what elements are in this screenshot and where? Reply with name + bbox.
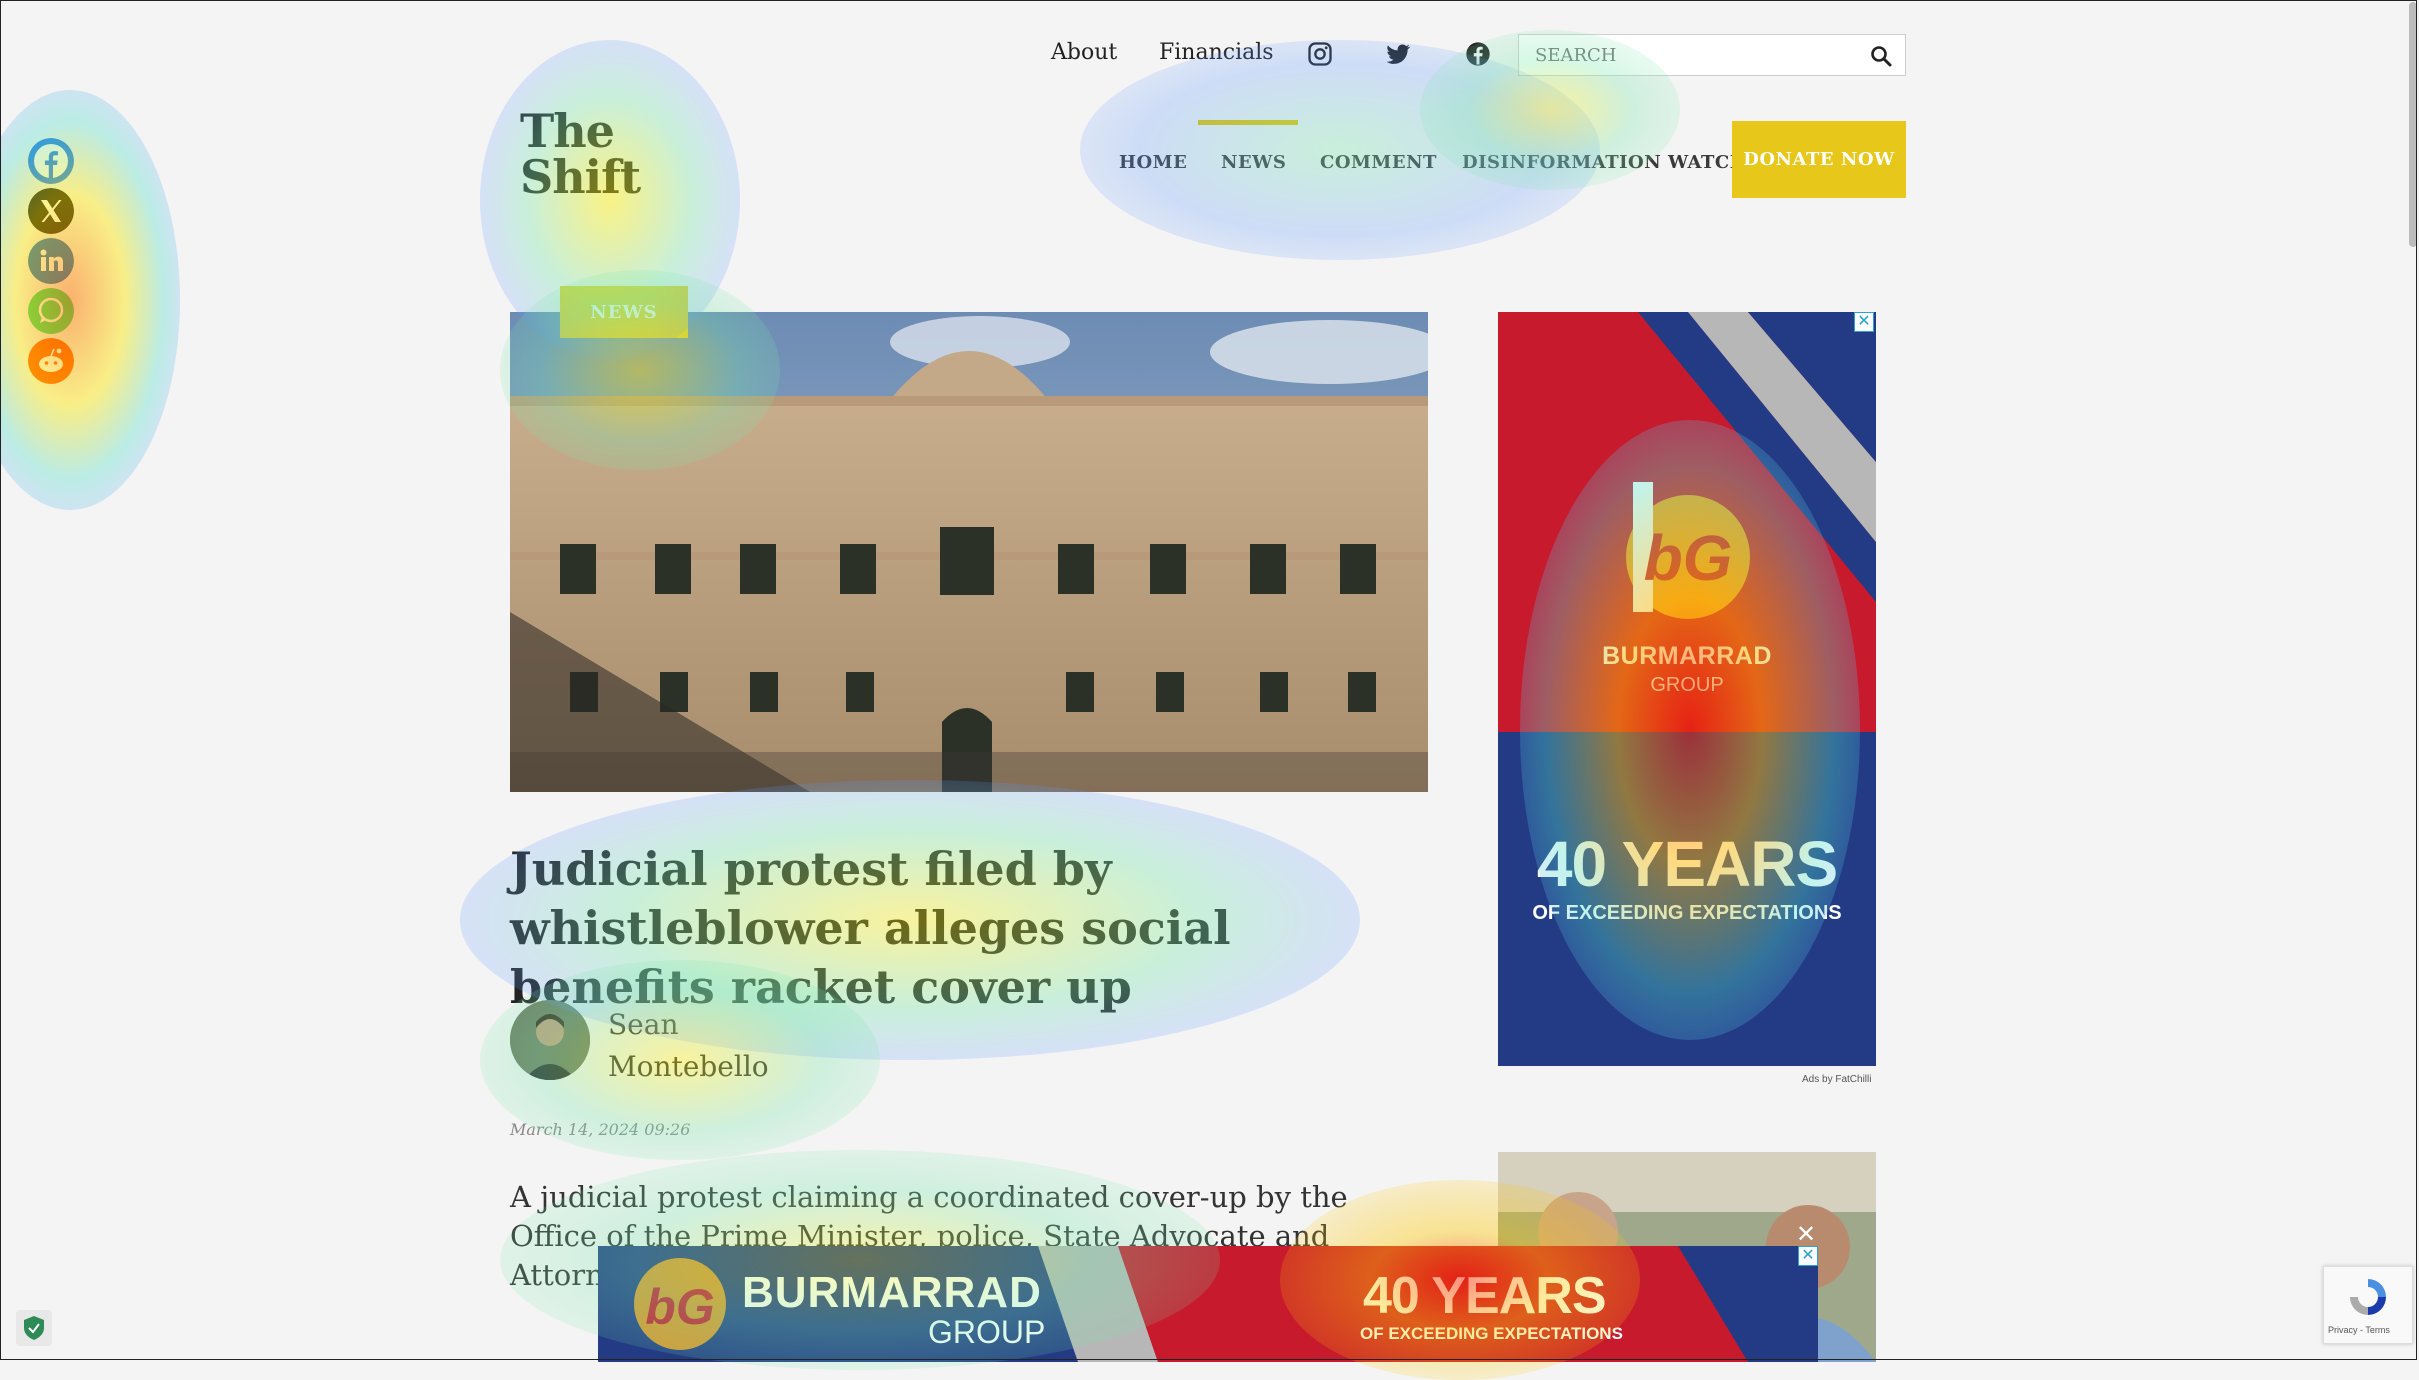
hero-image <box>510 312 1428 792</box>
recaptcha-badge[interactable]: Privacy - Terms <box>2323 1266 2413 1344</box>
whatsapp-icon[interactable] <box>28 288 74 334</box>
linkedin-icon[interactable] <box>28 238 74 284</box>
instagram-icon[interactable] <box>1306 40 1334 68</box>
author-name[interactable]: Sean Montebello <box>608 1004 808 1088</box>
banner-years: 40 YEARS <box>1363 1267 1607 1325</box>
svg-text:bG: bG <box>645 1279 714 1335</box>
logo-line-1: The <box>520 104 615 158</box>
financials-link[interactable]: Financials <box>1159 40 1274 65</box>
nav-disinformation-watch[interactable]: DISINFORMATION WATCH <box>1462 152 1747 173</box>
twitter-icon[interactable] <box>1384 40 1412 68</box>
banner-group: GROUP <box>928 1314 1046 1350</box>
ad-close-icon[interactable]: ✕ <box>1854 312 1874 332</box>
scrollbar[interactable] <box>2409 2 2417 247</box>
svg-text:bG: bG <box>1644 522 1733 594</box>
side-advertisement[interactable]: bG BURMARRAD GROUP 40 YEARS OF EXCEEDING… <box>1498 312 1876 1066</box>
about-link[interactable]: About <box>1051 40 1117 65</box>
nav-comment[interactable]: COMMENT <box>1320 152 1437 173</box>
search-icon[interactable] <box>1869 44 1893 68</box>
reddit-icon[interactable] <box>28 338 74 384</box>
donate-button[interactable]: DONATE NOW <box>1732 121 1906 198</box>
banner-close-icon[interactable]: ✕ <box>1798 1246 1818 1266</box>
bottom-banner-advertisement[interactable]: bG BURMARRAD GROUP 40 YEARS OF EXCEEDING… <box>598 1246 1818 1362</box>
article-title: Judicial protest filed by whistleblower … <box>510 842 1231 1014</box>
ad-tagline: OF EXCEEDING EXPECTATIONS <box>1532 902 1842 924</box>
ad-attribution[interactable]: Ads by FatChilli <box>1802 1074 1871 1085</box>
burmarrad-logo-icon: bG <box>1626 482 1750 619</box>
nav-home[interactable]: HOME <box>1119 152 1187 173</box>
search-input[interactable] <box>1533 44 1857 67</box>
author-avatar[interactable] <box>510 1000 590 1080</box>
ad-brand: BURMARRAD <box>1602 642 1772 670</box>
publish-date: March 14, 2024 09:26 <box>510 1120 691 1139</box>
privacy-shield-icon[interactable] <box>16 1310 52 1346</box>
ad-group: GROUP <box>1650 674 1724 696</box>
nav-active-indicator <box>1198 120 1298 125</box>
recaptcha-links[interactable]: Privacy - Terms <box>2328 1325 2390 1335</box>
x-icon[interactable] <box>28 188 74 234</box>
nav-news[interactable]: NEWS <box>1221 152 1286 173</box>
recaptcha-icon <box>2350 1279 2386 1315</box>
category-badge[interactable]: NEWS <box>560 286 688 338</box>
banner-tagline: OF EXCEEDING EXPECTATIONS <box>1360 1324 1623 1343</box>
facebook-icon[interactable] <box>28 138 74 184</box>
search-box[interactable] <box>1518 34 1906 76</box>
facebook-icon[interactable] <box>1464 40 1492 68</box>
ad-years: 40 YEARS <box>1536 828 1838 900</box>
banner-brand: BURMARRAD <box>742 1268 1042 1317</box>
site-logo[interactable]: The Shift <box>520 104 641 204</box>
logo-line-2: Shift <box>520 150 641 204</box>
photo-close-icon[interactable]: ✕ <box>1796 1220 1816 1249</box>
